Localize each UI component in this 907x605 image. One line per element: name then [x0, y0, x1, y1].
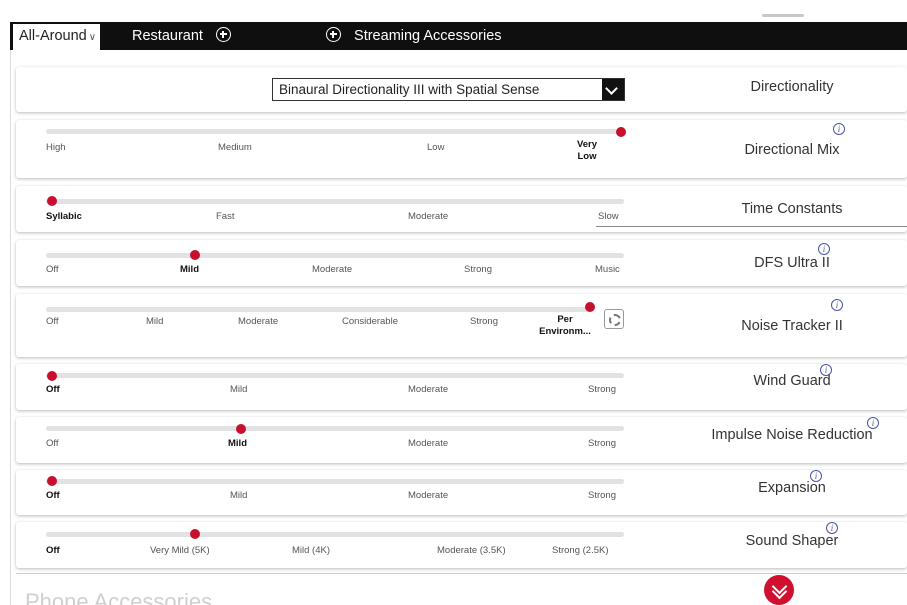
phone-accessories-heading: Phone Accessories [25, 589, 213, 605]
dfs-ultra-option-selected[interactable]: Mild [180, 264, 199, 275]
tab-streaming-label: Streaming Accessories [354, 28, 502, 44]
noise-tracker-option[interactable]: Considerable [342, 316, 398, 327]
noise-tracker-slider[interactable] [46, 307, 592, 312]
expansion-slider[interactable] [46, 479, 624, 484]
noise-tracker-option[interactable]: Moderate [238, 316, 278, 327]
noise-tracker-label: Noise Tracker II [741, 318, 843, 334]
gear-icon[interactable] [604, 309, 624, 329]
expansion-option[interactable]: Moderate [408, 490, 448, 501]
drag-handle[interactable] [762, 14, 804, 17]
time-constants-option[interactable]: Slow [598, 211, 619, 222]
sound-shaper-option[interactable]: Mild (4K) [292, 545, 330, 556]
time-constants-option[interactable]: Fast [216, 211, 234, 222]
dfs-ultra-row: Off Mild Moderate Strong Music DFS Ultra… [16, 240, 907, 286]
impulse-noise-option-selected[interactable]: Mild [228, 438, 247, 449]
tab-restaurant[interactable]: Restaurant [132, 22, 231, 50]
info-icon[interactable]: i [810, 470, 822, 482]
time-constants-handle[interactable] [47, 196, 57, 206]
dfs-ultra-handle[interactable] [190, 250, 200, 260]
directional-mix-option[interactable]: High [46, 142, 66, 153]
tab-streaming-accessories[interactable]: Streaming Accessories [326, 22, 502, 50]
sound-shaper-option[interactable]: Strong (2.5K) [552, 545, 609, 556]
noise-tracker-handle[interactable] [585, 302, 595, 312]
program-tab-bar: All-Around ∨ Restaurant Streaming Accesso… [10, 22, 907, 50]
wind-guard-option[interactable]: Mild [230, 384, 247, 395]
directional-mix-option[interactable]: Low [427, 142, 444, 153]
info-icon[interactable]: i [818, 243, 830, 255]
wind-guard-option[interactable]: Strong [588, 384, 616, 395]
impulse-noise-option[interactable]: Off [46, 438, 59, 449]
info-icon[interactable]: i [833, 123, 845, 135]
impulse-noise-label: Impulse Noise Reduction [711, 427, 873, 443]
time-constants-option-selected[interactable]: Syllabic [46, 211, 82, 222]
impulse-noise-option[interactable]: Moderate [408, 438, 448, 449]
directional-mix-option[interactable]: Medium [218, 142, 252, 153]
wind-guard-label: Wind Guard [753, 373, 831, 389]
dfs-ultra-option[interactable]: Off [46, 264, 59, 275]
noise-tracker-option[interactable]: Mild [146, 316, 163, 327]
expansion-option[interactable]: Strong [588, 490, 616, 501]
dfs-ultra-option[interactable]: Music [595, 264, 620, 275]
add-circle-icon[interactable] [326, 27, 341, 42]
sound-shaper-row: Off Very Mild (5K) Mild (4K) Moderate (3… [16, 522, 907, 568]
wind-guard-option-selected[interactable]: Off [46, 384, 60, 395]
info-icon[interactable]: i [826, 522, 838, 534]
sound-shaper-option[interactable]: Very Mild (5K) [150, 545, 210, 556]
wind-guard-row: Off Mild Moderate Strong Wind Guard i [16, 364, 907, 410]
impulse-noise-option[interactable]: Strong [588, 438, 616, 449]
time-constants-row: Syllabic Fast Moderate Slow Time Constan… [16, 186, 907, 232]
info-icon[interactable]: i [867, 417, 879, 429]
impulse-noise-slider[interactable] [46, 426, 624, 431]
time-constants-option[interactable]: Moderate [408, 211, 448, 222]
noise-tracker-option[interactable]: Off [46, 316, 59, 327]
chevron-down-icon[interactable]: ∨ [89, 32, 96, 43]
directionality-select-value: Binaural Directionality III with Spatial… [279, 82, 540, 97]
noise-tracker-option[interactable]: Strong [470, 316, 498, 327]
directionality-select[interactable]: Binaural Directionality III with Spatial… [272, 78, 625, 101]
dfs-ultra-label: DFS Ultra II [754, 255, 830, 271]
time-constants-label: Time Constants [741, 201, 843, 217]
panel-border [10, 50, 11, 605]
noise-tracker-row: Off Mild Moderate Considerable Strong Pe… [16, 294, 907, 357]
expansion-handle[interactable] [47, 476, 57, 486]
directional-mix-option-selected[interactable]: Very Low [572, 139, 602, 163]
wind-guard-option[interactable]: Moderate [408, 384, 448, 395]
expansion-row: Off Mild Moderate Strong Expansion i [16, 470, 907, 515]
expansion-option[interactable]: Mild [230, 490, 247, 501]
sound-shaper-slider[interactable] [46, 532, 624, 537]
directional-mix-row: High Medium Low Very Low Directional Mix… [16, 120, 907, 178]
directionality-label: Directionality [750, 79, 834, 95]
dfs-ultra-slider[interactable] [46, 253, 624, 258]
tab-all-around[interactable]: All-Around ∨ [13, 24, 101, 50]
add-circle-icon[interactable] [215, 27, 231, 42]
info-icon[interactable]: i [820, 364, 832, 376]
directional-mix-slider[interactable] [46, 129, 624, 134]
expansion-option-selected[interactable]: Off [46, 490, 60, 501]
sound-shaper-handle[interactable] [190, 529, 200, 539]
wind-guard-slider[interactable] [46, 373, 624, 378]
wind-guard-handle[interactable] [47, 371, 57, 381]
double-chevron-down-icon[interactable] [764, 575, 794, 605]
directional-mix-handle[interactable] [616, 127, 626, 137]
directionality-row: Binaural Directionality III with Spatial… [16, 67, 907, 112]
impulse-noise-row: Off Mild Moderate Strong Impulse Noise R… [16, 417, 907, 463]
tab-all-around-label: All-Around [19, 28, 87, 44]
impulse-noise-handle[interactable] [236, 424, 246, 434]
noise-tracker-option-selected[interactable]: Per Environm... [533, 314, 597, 338]
sound-shaper-option[interactable]: Moderate (3.5K) [437, 545, 506, 556]
time-constants-slider[interactable] [46, 199, 624, 204]
section-divider [16, 573, 907, 574]
dfs-ultra-option[interactable]: Moderate [312, 264, 352, 275]
dfs-ultra-option[interactable]: Strong [464, 264, 492, 275]
sound-shaper-option-selected[interactable]: Off [46, 545, 60, 556]
sound-shaper-label: Sound Shaper [745, 533, 839, 549]
expansion-label: Expansion [758, 480, 826, 496]
directional-mix-label: Directional Mix [744, 142, 840, 158]
chevron-down-icon[interactable] [602, 79, 624, 100]
tab-restaurant-label: Restaurant [132, 28, 203, 44]
divider [596, 226, 907, 227]
info-icon[interactable]: i [831, 299, 843, 311]
